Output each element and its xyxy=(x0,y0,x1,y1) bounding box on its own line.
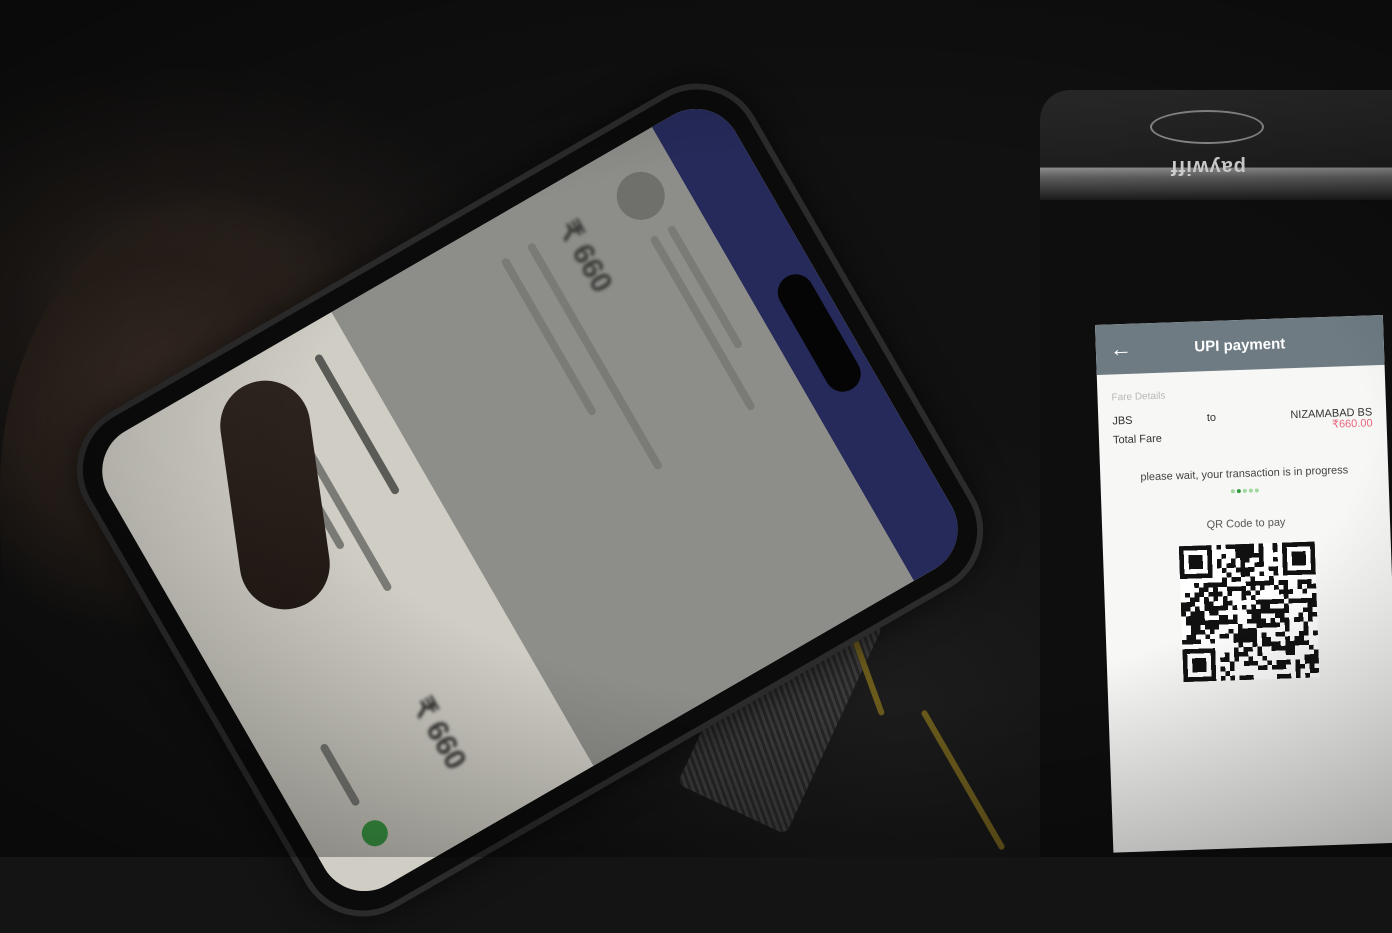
terminal-top-panel: paywiff xyxy=(1040,90,1392,200)
arrow-left-icon[interactable]: ← xyxy=(1109,336,1132,363)
contactless-icon xyxy=(1150,110,1264,144)
terminal-screen: ← UPI payment Fare Details JBS to NIZAMA… xyxy=(1095,314,1392,853)
origin-stop: JBS xyxy=(1112,414,1133,428)
qr-label: QR Code to pay xyxy=(1206,516,1286,532)
upi-title: UPI payment xyxy=(1194,334,1286,356)
to-label: to xyxy=(1206,411,1217,425)
qr-code xyxy=(1178,541,1320,683)
upi-header: ← UPI payment xyxy=(1095,314,1385,375)
fare-details-label: Fare Details xyxy=(1111,390,1166,404)
terminal-brand: paywiff xyxy=(1170,156,1246,178)
upi-body: Fare Details JBS to NIZAMABAD BS ₹660.00… xyxy=(1097,365,1392,695)
